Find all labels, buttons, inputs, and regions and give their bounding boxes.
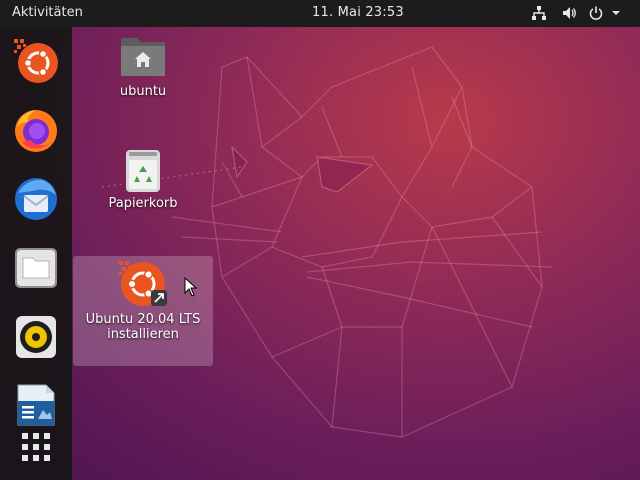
network-icon[interactable] [531, 5, 547, 21]
power-icon[interactable] [588, 5, 604, 21]
desktop-installer[interactable]: Ubuntu 20.04 LTS installieren [73, 260, 213, 342]
desktop-home-folder[interactable]: ubuntu [103, 34, 183, 99]
firefox-icon[interactable] [12, 106, 60, 154]
top-bar: Aktivitäten 11. Mai 23:53 [0, 0, 640, 27]
libreoffice-writer-icon[interactable] [12, 381, 60, 429]
clock-button[interactable]: 11. Mai 23:53 [312, 5, 404, 20]
app-grid-icon[interactable] [12, 423, 60, 471]
installer-label-line1: Ubuntu 20.04 LTS [85, 312, 201, 327]
ubuntu-installer-icon[interactable] [12, 37, 60, 85]
files-icon[interactable] [12, 244, 60, 292]
home-folder-icon [121, 38, 165, 76]
activities-button[interactable]: Aktivitäten [12, 5, 83, 20]
mouse-pointer-icon [184, 277, 198, 297]
dock [0, 27, 72, 480]
home-folder-label: ubuntu [119, 84, 167, 99]
volume-icon[interactable] [561, 5, 577, 21]
chevron-down-icon[interactable] [610, 5, 622, 21]
installer-label-line2: installieren [107, 327, 179, 342]
desktop-trash[interactable]: Papierkorb [103, 148, 183, 211]
rhythmbox-icon[interactable] [12, 313, 60, 361]
trash-icon [126, 150, 160, 192]
trash-label: Papierkorb [108, 196, 178, 211]
ubuntu-installer-launcher-icon [119, 261, 167, 306]
thunderbird-icon[interactable] [12, 175, 60, 223]
